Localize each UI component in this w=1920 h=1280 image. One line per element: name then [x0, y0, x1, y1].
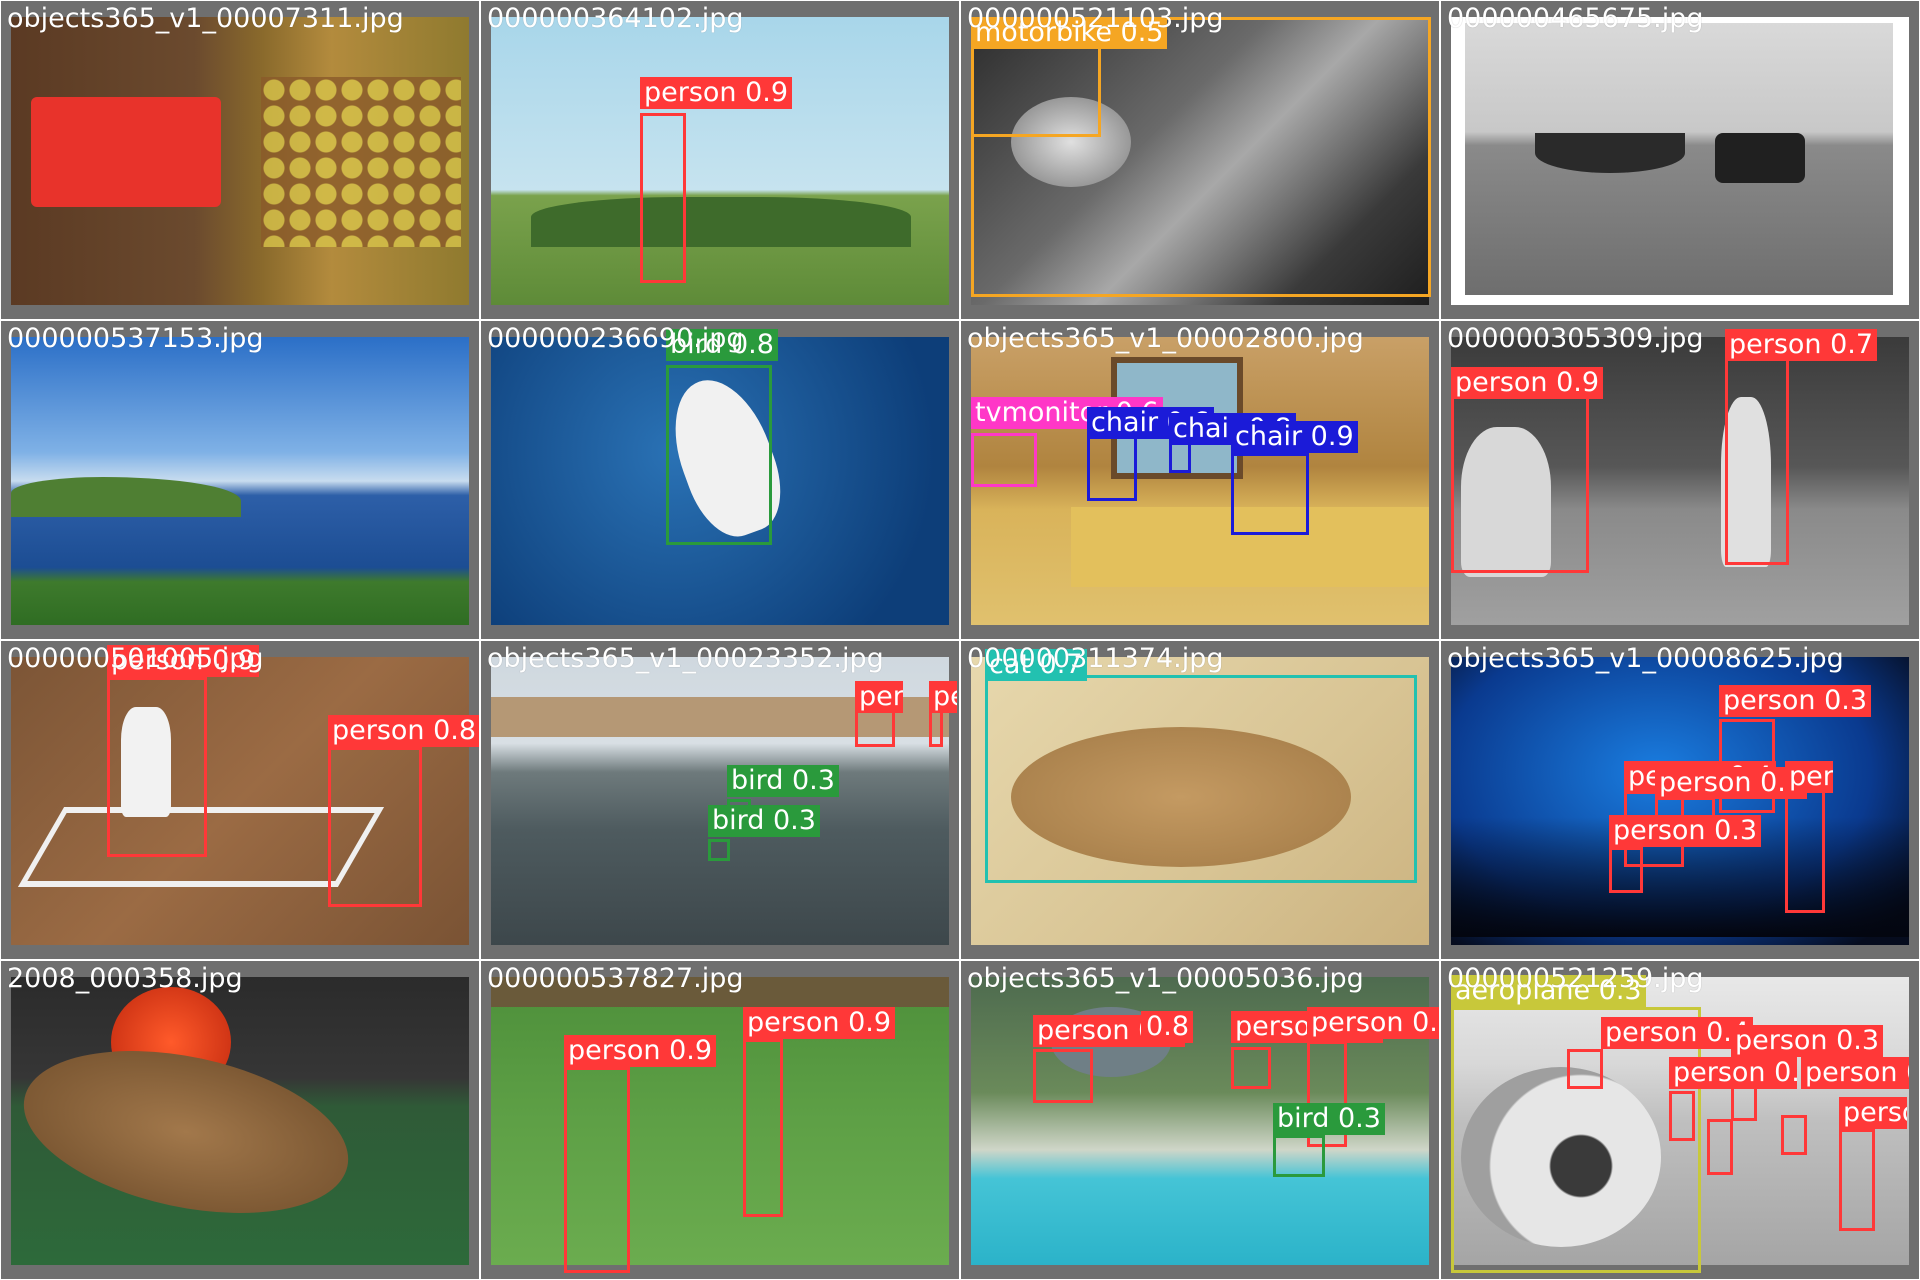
- tile-filename: objects365_v1_00008625.jpg: [1447, 643, 1844, 674]
- tile-filename: 000000537827.jpg: [487, 963, 744, 994]
- tile-filename: objects365_v1_00007311.jpg: [7, 3, 404, 34]
- tile-filename: 000000501005.jpg: [7, 643, 264, 674]
- result-tile: 000000537153.jpg: [0, 320, 480, 640]
- detection-box-person: [1567, 1049, 1603, 1089]
- detection-label: person 0.4: [855, 681, 903, 713]
- detection-box-person: [929, 707, 943, 747]
- detection-label: bird 0.3: [708, 805, 820, 837]
- result-tile: tvmonitor 0.6 chair 0.6 chair 0.8 chair …: [960, 320, 1440, 640]
- detection-box-person: [1781, 1115, 1807, 1155]
- tile-filename: 000000521259.jpg: [1447, 963, 1704, 994]
- detection-box-motorbike-small: [971, 41, 1101, 137]
- detection-box-cat: [985, 675, 1417, 883]
- detection-label: bird 0.3: [727, 765, 839, 797]
- detection-box-person: [1609, 847, 1643, 893]
- detection-box-person: [328, 747, 422, 907]
- tile-filename: objects365_v1_00002800.jpg: [967, 323, 1364, 354]
- red-basket-shape: [31, 97, 221, 207]
- photo-grocery-basket: [11, 17, 469, 305]
- detection-box-person: [1839, 1129, 1875, 1231]
- detection-label: person 0.7: [1725, 329, 1878, 361]
- detection-label: person 0.3: [1801, 1057, 1909, 1089]
- result-tile: motorbike 0.5 000000521103.jpg: [960, 0, 1440, 320]
- detection-label: person 0.9: [1451, 367, 1604, 399]
- fruit-shape: [261, 77, 461, 247]
- result-tile: person 0.9 000000364102.jpg: [480, 0, 960, 320]
- photo-frisbee-woman: [491, 17, 949, 305]
- tile-filename: 000000465675.jpg: [1447, 3, 1704, 34]
- detection-box-person: [1669, 1091, 1695, 1141]
- photo-inner: [1465, 23, 1893, 295]
- tile-filename: 000000537153.jpg: [7, 323, 264, 354]
- detection-label: chair 0.9: [1231, 421, 1358, 453]
- tile-filename: 2008_000358.jpg: [7, 963, 243, 994]
- detection-box-chair: [1087, 431, 1137, 501]
- result-tile: person 0.9 person 0.8 000000501005.jpg: [0, 640, 480, 960]
- tile-filename: 000000305309.jpg: [1447, 323, 1704, 354]
- detection-label: person 0.3: [1669, 1057, 1797, 1089]
- result-tile: cat 0.7 000000311374.jpg: [960, 640, 1440, 960]
- tile-filename: 000000364102.jpg: [487, 3, 744, 34]
- detection-results-grid: objects365_v1_00007311.jpg person 0.9 00…: [0, 0, 1920, 1280]
- cat-shape: [11, 1024, 363, 1240]
- tile-filename: 000000311374.jpg: [967, 643, 1224, 674]
- detection-label: person 0.3: [1731, 1025, 1884, 1057]
- detection-label: person 0.3: [1839, 1097, 1907, 1129]
- detection-label: person 0.8: [328, 715, 479, 747]
- tractor-shape: [1715, 133, 1805, 183]
- detection-box-person: [1707, 1119, 1733, 1175]
- result-tile: 2008_000358.jpg: [0, 960, 480, 1280]
- photo-coastline: [11, 337, 469, 625]
- result-tile: person 0.5 person 0.8 person 0.7 person …: [960, 960, 1440, 1280]
- detection-label: person 0.9: [1307, 1007, 1439, 1039]
- result-tile: person 0.9 person 0.9 000000537827.jpg: [480, 960, 960, 1280]
- photo-hotel-room: [971, 337, 1429, 625]
- headland-shape: [11, 477, 241, 517]
- detection-label: person 0.3: [1785, 761, 1833, 793]
- tile-filename: objects365_v1_00023352.jpg: [487, 643, 884, 674]
- result-tile: objects365_v1_00007311.jpg: [0, 0, 480, 320]
- detection-label: person 0.9: [743, 1007, 896, 1039]
- result-tile: person 0.4 person 0.4 bird 0.3 bird 0.3 …: [480, 640, 960, 960]
- detection-label: bird 0.3: [1273, 1103, 1385, 1135]
- detection-label: person 0.9: [564, 1035, 717, 1067]
- photo-cat-with-yarn: [11, 977, 469, 1265]
- result-tile: aeroplane 0.3 person 0.4 person 0.3 pers…: [1440, 960, 1920, 1280]
- detection-box-person: [1033, 1049, 1093, 1103]
- detection-label: person 0.9: [640, 77, 793, 109]
- trees-shape: [531, 197, 911, 247]
- detection-box-chair: [1231, 453, 1309, 535]
- detection-box-bird: [1273, 1135, 1325, 1177]
- detection-box-bird: [666, 365, 772, 545]
- boat-shape: [1535, 133, 1685, 173]
- detection-box-person: [640, 113, 686, 283]
- detection-box-person: [743, 1039, 783, 1217]
- result-tile: person 0.9 person 0.7 000000305309.jpg: [1440, 320, 1920, 640]
- detection-label: person 0.8: [1141, 1011, 1193, 1043]
- detection-box-tvmonitor: [971, 433, 1037, 487]
- result-tile: person 0.3 person 0.4 person 0.7 person …: [1440, 640, 1920, 960]
- tile-filename: 000000236690.jpg: [487, 323, 744, 354]
- result-tile: bird 0.8 000000236690.jpg: [480, 320, 960, 640]
- detection-label: person 0.3: [1719, 685, 1872, 717]
- detection-box-person: [855, 707, 895, 747]
- tile-filename: objects365_v1_00005036.jpg: [967, 963, 1364, 994]
- photo-beach-boat: [1451, 17, 1909, 305]
- detection-box-person: [1785, 787, 1825, 913]
- detection-box-person: [107, 677, 207, 857]
- result-tile: 000000465675.jpg: [1440, 0, 1920, 320]
- detection-box-person: [1231, 1047, 1271, 1089]
- detection-box-person: [564, 1067, 630, 1273]
- detection-box-person: [1451, 393, 1589, 573]
- detection-box-person: [1725, 357, 1789, 565]
- detection-label: person 0.4: [929, 681, 957, 713]
- detection-box-bird: [708, 839, 730, 861]
- tile-filename: 000000521103.jpg: [967, 3, 1224, 34]
- detection-label: person 0.3: [1609, 815, 1762, 847]
